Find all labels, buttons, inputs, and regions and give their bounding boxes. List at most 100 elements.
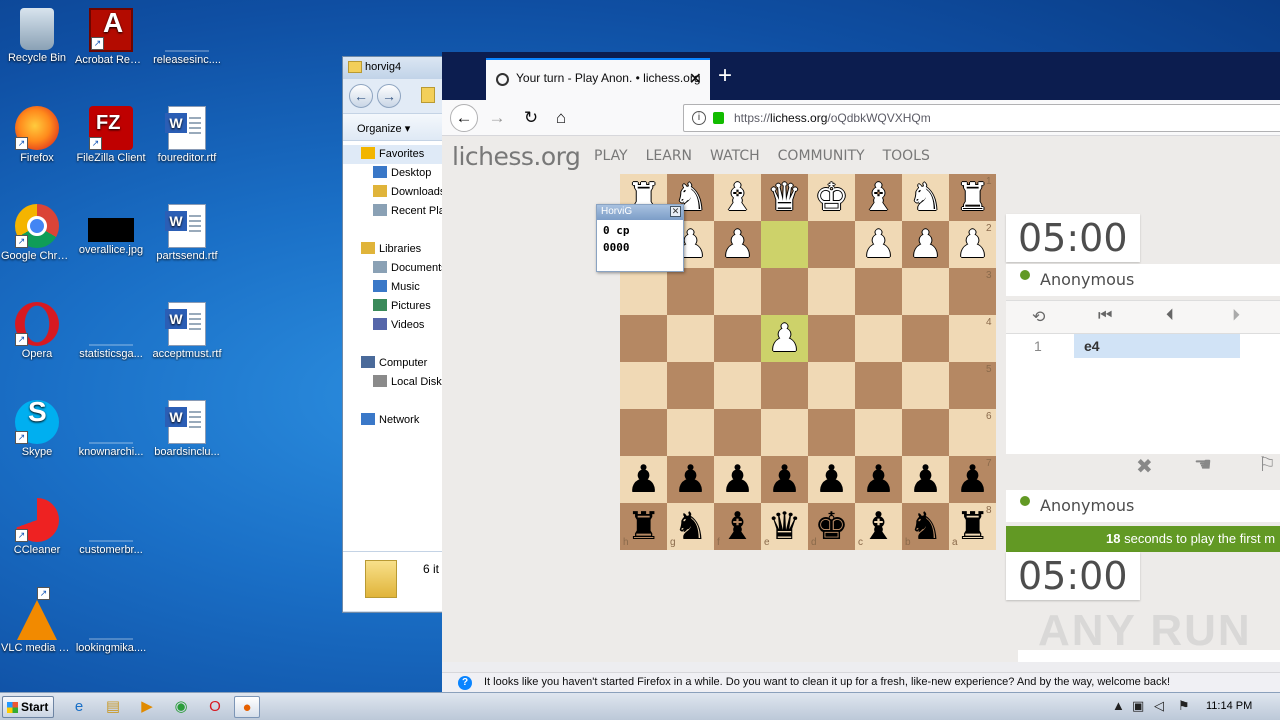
white-bishop-icon[interactable]: ♝ (714, 174, 761, 221)
square-g3[interactable] (667, 268, 714, 315)
tree-item[interactable]: Documents (343, 259, 451, 278)
black-pawn-icon[interactable]: ♟ (620, 456, 667, 503)
desktop-icon[interactable]: ↗ VLC media player (0, 587, 74, 655)
forward-button[interactable]: → (484, 106, 510, 130)
nav-tools[interactable]: TOOLS (883, 148, 930, 164)
site-logo[interactable]: lichess.org (452, 142, 581, 171)
square-h5[interactable] (620, 362, 667, 409)
square-e3[interactable] (761, 268, 808, 315)
abort-icon[interactable]: ✖ (1136, 454, 1153, 479)
white-queen-icon[interactable]: ♛ (761, 174, 808, 221)
tab-lichess[interactable]: Your turn - Play Anon. • lichess.org ✕ (486, 58, 710, 100)
first-move-icon[interactable]: ⏮ (1098, 307, 1112, 325)
square-e6[interactable] (761, 409, 808, 456)
square-g5[interactable] (667, 362, 714, 409)
tray-expand-icon[interactable]: ▲ (1112, 698, 1125, 713)
black-pawn-icon[interactable]: ♟ (714, 456, 761, 503)
square-c5[interactable] (855, 362, 902, 409)
desktop-icon[interactable]: ↗ Acrobat Reader DC (74, 8, 148, 67)
square-f4[interactable] (714, 315, 761, 362)
home-button[interactable]: ⌂ (548, 106, 574, 130)
square-b5[interactable] (902, 362, 949, 409)
square-d3[interactable] (808, 268, 855, 315)
square-e2[interactable] (761, 221, 808, 268)
tree-item[interactable]: Libraries (343, 240, 451, 259)
square-b3[interactable] (902, 268, 949, 315)
square-h4[interactable] (620, 315, 667, 362)
black-pawn-icon[interactable]: ♟ (855, 456, 902, 503)
desktop-icon[interactable]: statisticsga... (74, 302, 148, 361)
white-bishop-icon[interactable]: ♝ (855, 174, 902, 221)
internet-explorer-icon[interactable]: e (66, 696, 92, 718)
white-pawn-icon[interactable]: ♟ (714, 221, 761, 268)
desktop-icon[interactable]: ↗ Opera (0, 302, 74, 361)
nav-learn[interactable]: LEARN (646, 148, 692, 164)
tree-item[interactable]: Recent Places (343, 202, 451, 221)
desktop-icon[interactable]: ↗ Skype (0, 400, 74, 459)
desktop-icon[interactable]: ↗ FileZilla Client (74, 106, 148, 165)
square-d4[interactable] (808, 315, 855, 362)
tree-item[interactable]: Downloads (343, 183, 451, 202)
square-e5[interactable] (761, 362, 808, 409)
start-button[interactable]: Start (2, 696, 54, 718)
new-tab-button[interactable]: + (718, 62, 732, 90)
square-h6[interactable] (620, 409, 667, 456)
nav-community[interactable]: COMMUNITY (778, 148, 865, 164)
url-bar[interactable]: i https://lichess.org/oQdbkWQVXHQm (683, 104, 1280, 132)
square-d5[interactable] (808, 362, 855, 409)
action-center-flag-icon[interactable]: ⚑ (1178, 698, 1190, 714)
chrome-taskbar-icon[interactable]: ◉ (168, 696, 194, 718)
square-d2[interactable] (808, 221, 855, 268)
resign-flag-icon[interactable]: ⚐ (1258, 452, 1276, 477)
white-king-icon[interactable]: ♚ (808, 174, 855, 221)
explorer-titlebar[interactable]: horvig4 (343, 57, 451, 79)
nav-play[interactable]: PLAY (594, 148, 628, 164)
square-h3[interactable] (620, 268, 667, 315)
takeback-hand-icon[interactable]: ☚ (1194, 452, 1212, 477)
volume-icon[interactable]: ◁ (1154, 698, 1164, 714)
network-tray-icon[interactable]: ▣ (1132, 698, 1144, 714)
square-c4[interactable] (855, 315, 902, 362)
back-button[interactable]: ← (450, 104, 478, 132)
square-d6[interactable] (808, 409, 855, 456)
desktop-icon[interactable]: boardsinclu... (150, 400, 224, 459)
tree-item[interactable]: Network (343, 411, 451, 430)
tree-item[interactable]: Videos (343, 316, 451, 335)
desktop-icon[interactable]: acceptmust.rtf (150, 302, 224, 361)
desktop-icon[interactable]: foureditor.rtf (150, 106, 224, 165)
desktop-icon[interactable]: Recycle Bin (0, 8, 74, 65)
white-pawn-icon[interactable]: ♟ (902, 221, 949, 268)
back-arrow-icon[interactable]: ← (349, 84, 373, 108)
organize-menu[interactable]: Organize ▾ (357, 123, 410, 135)
media-player-icon[interactable]: ▶ (134, 696, 160, 718)
desktop-icon[interactable]: ↗ Google Chrome (0, 204, 74, 263)
tree-item[interactable]: Music (343, 278, 451, 297)
square-b6[interactable] (902, 409, 949, 456)
desktop-icon[interactable]: customerbr... (74, 498, 148, 557)
explorer-taskbar-icon[interactable]: ▤ (100, 696, 126, 718)
site-info-icon[interactable]: i (692, 111, 706, 125)
clock[interactable]: 11:14 PM (1206, 700, 1252, 712)
black-pawn-icon[interactable]: ♟ (808, 456, 855, 503)
white-knight-icon[interactable]: ♞ (902, 174, 949, 221)
square-c6[interactable] (855, 409, 902, 456)
tree-item[interactable]: Favorites (343, 145, 451, 164)
square-g4[interactable] (667, 315, 714, 362)
opera-taskbar-icon[interactable]: O (202, 696, 228, 718)
white-pawn-icon[interactable]: ♟ (855, 221, 902, 268)
reload-button[interactable]: ↻ (518, 106, 544, 130)
black-pawn-icon[interactable]: ♟ (667, 456, 714, 503)
desktop-icon[interactable]: lookingmika.... (74, 596, 148, 655)
tree-item[interactable]: Local Disk (343, 373, 451, 392)
engine-popup-titlebar[interactable]: HorviG ✕ (597, 205, 683, 220)
black-pawn-icon[interactable]: ♟ (761, 456, 808, 503)
close-tab-icon[interactable]: ✕ (689, 69, 702, 89)
desktop-icon[interactable]: partssend.rtf (150, 204, 224, 263)
desktop-icon[interactable]: knownarchi... (74, 400, 148, 459)
desktop-icon[interactable]: ↗ CCleaner (0, 498, 74, 557)
square-f5[interactable] (714, 362, 761, 409)
close-icon[interactable]: ✕ (670, 206, 681, 217)
tree-item[interactable]: Pictures (343, 297, 451, 316)
white-pawn-icon[interactable]: ♟ (761, 315, 808, 362)
desktop-icon[interactable]: overallice.jpg (74, 204, 148, 257)
